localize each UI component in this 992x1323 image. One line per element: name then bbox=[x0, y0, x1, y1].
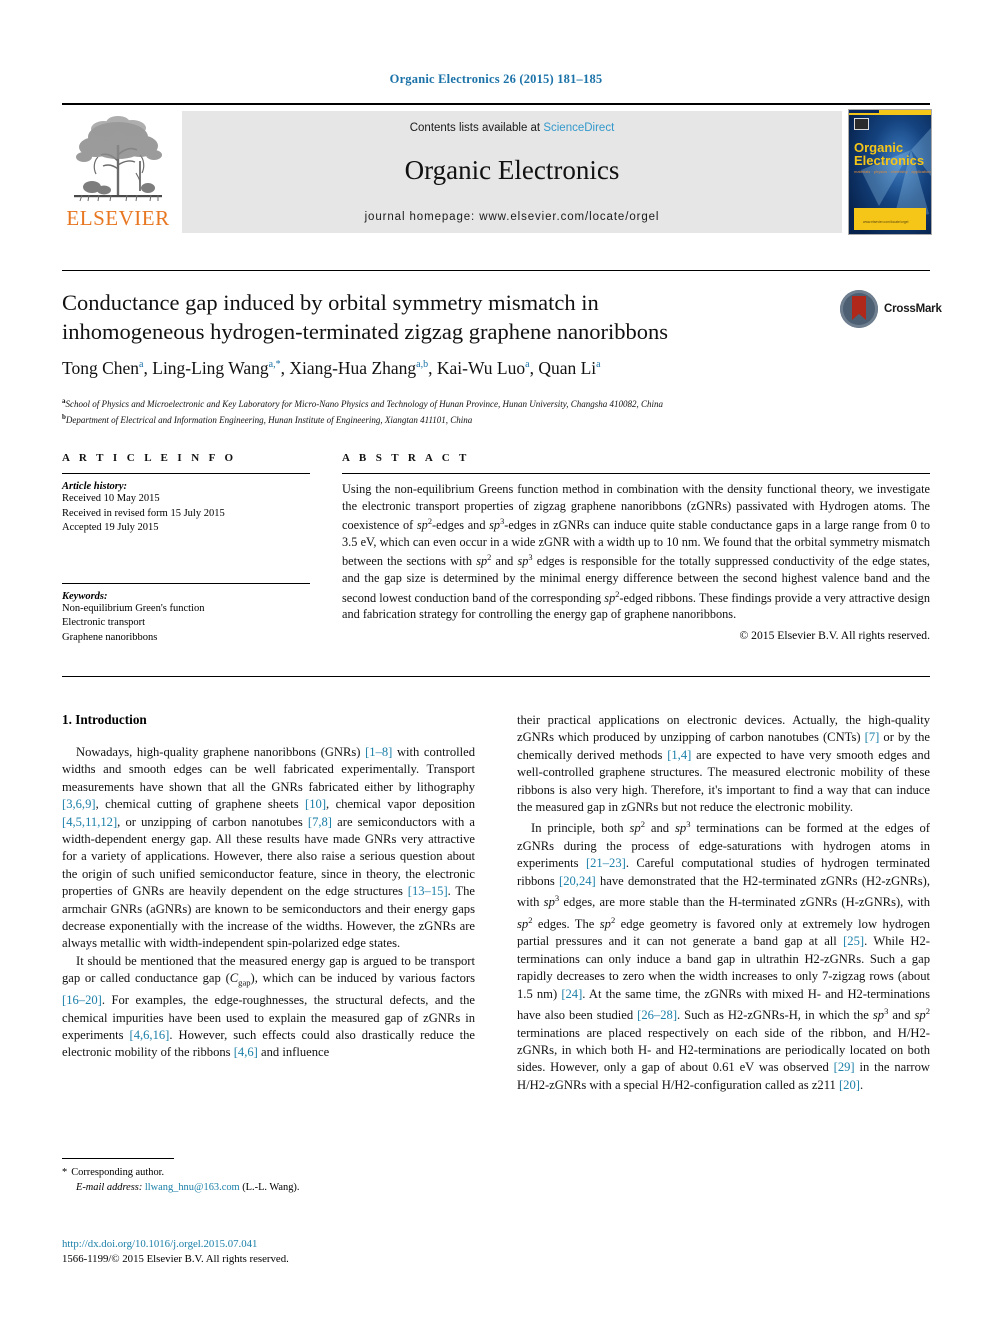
body-column-left: 1. Introduction Nowadays, high-quality g… bbox=[62, 712, 475, 1062]
citation-ref[interactable]: [10] bbox=[305, 797, 326, 811]
article-history-revised: Received in revised form 15 July 2015 bbox=[62, 507, 225, 519]
keyword-item: Electronic transport bbox=[62, 617, 146, 628]
affiliation-text: School of Physics and Microelectronic an… bbox=[65, 399, 664, 409]
author-name: Quan Li bbox=[538, 358, 597, 378]
svg-text:www.elsevier.com/locate/orgel: www.elsevier.com/locate/orgel bbox=[863, 220, 909, 224]
author-mark: a,* bbox=[268, 359, 281, 371]
affiliation-item: bDepartment of Electrical and Informatio… bbox=[62, 411, 930, 427]
email-link[interactable]: llwang_hnu@163.com bbox=[145, 1182, 240, 1193]
author-name: Xiang-Hua Zhang bbox=[289, 358, 417, 378]
citation-ref[interactable]: [24] bbox=[561, 987, 582, 1001]
abstract-heading: A B S T R A C T bbox=[342, 452, 470, 464]
article-history-received: Received 10 May 2015 bbox=[62, 493, 160, 504]
journal-title: Organic Electronics bbox=[404, 155, 620, 185]
author-mark: a bbox=[596, 359, 601, 371]
elsevier-tree-icon bbox=[70, 111, 166, 203]
citation-ref[interactable]: [29] bbox=[834, 1060, 855, 1074]
article-history-accepted: Accepted 19 July 2015 bbox=[62, 522, 159, 533]
citation-ref[interactable]: [20] bbox=[839, 1078, 860, 1092]
affiliation-text: Department of Electrical and Information… bbox=[65, 415, 473, 425]
paragraph: their practical applications on electron… bbox=[517, 713, 930, 815]
crossmark-badge[interactable]: CrossMark bbox=[840, 290, 942, 332]
running-head: Organic Electronics 26 (2015) 181–185 bbox=[389, 72, 603, 86]
title-line-2: inhomogeneous hydrogen-terminated zigzag… bbox=[62, 319, 669, 344]
author-mark: a bbox=[139, 359, 144, 371]
contents-prefix: Contents lists available at bbox=[409, 122, 544, 134]
journal-masthead: ELSEVIER Contents lists available at Sci… bbox=[62, 103, 932, 235]
body-divider bbox=[62, 676, 930, 677]
crossmark-circle-icon bbox=[840, 290, 878, 328]
paragraph: In principle, both sp2 and sp3 terminati… bbox=[517, 819, 931, 1092]
abstract-text: Using the non-equilibrium Greens functio… bbox=[342, 482, 931, 622]
citation-ref[interactable]: [4,6,16] bbox=[130, 1028, 170, 1042]
contents-line: Contents lists available at ScienceDirec… bbox=[182, 122, 842, 134]
abstract-copyright: © 2015 Elsevier B.V. All rights reserved… bbox=[739, 629, 930, 643]
citation-ref[interactable]: [20,24] bbox=[559, 874, 596, 888]
keywords-label: Keywords: bbox=[62, 590, 108, 602]
email-label: E-mail address: bbox=[76, 1181, 143, 1193]
corresponding-author-line: * Corresponding author. bbox=[62, 1166, 475, 1181]
citation-ref[interactable]: [25] bbox=[843, 934, 864, 948]
citation-ref[interactable]: [4,6] bbox=[234, 1045, 258, 1059]
paragraph: It should be mentioned that the measured… bbox=[62, 953, 475, 1060]
keyword-item: Graphene nanoribbons bbox=[62, 631, 158, 643]
author-name: Ling-Ling Wang bbox=[152, 358, 269, 378]
email-owner: (L.-L. Wang). bbox=[242, 1181, 300, 1193]
citation-ref[interactable]: [16–20] bbox=[62, 993, 102, 1007]
citation-ref[interactable]: [4,5,11,12] bbox=[62, 815, 117, 829]
article-history-label: Article history: bbox=[62, 481, 128, 492]
keywords-rule bbox=[62, 582, 310, 584]
citation-ref[interactable]: [26–28] bbox=[637, 1008, 677, 1022]
citation-ref[interactable]: [1,4] bbox=[667, 748, 691, 762]
abstract-column: A B S T R A C T Using the non-equilibriu… bbox=[342, 452, 930, 642]
author-list: Tong Chena, Ling-Ling Wanga,*, Xiang-Hua… bbox=[62, 358, 601, 378]
corresponding-author-text: Corresponding author. bbox=[71, 1167, 165, 1178]
citation-ref[interactable]: [21–23] bbox=[586, 856, 626, 870]
section-heading-introduction: 1. Introduction bbox=[62, 712, 147, 727]
affiliation-list: aSchool of Physics and Microelectronic a… bbox=[62, 395, 930, 427]
author-mark: a,b bbox=[416, 359, 429, 371]
email-line: E-mail address: llwang_hnu@163.com (L.-L… bbox=[62, 1181, 475, 1196]
svg-text:materials · physics · chemistr: materials · physics · chemistry · applic… bbox=[854, 169, 931, 174]
keywords-block: Keywords: Non-equilibrium Green's functi… bbox=[62, 582, 310, 646]
info-rule-top bbox=[62, 473, 310, 474]
sciencedirect-link[interactable]: ScienceDirect bbox=[543, 122, 614, 134]
svg-text:Electronics: Electronics bbox=[854, 153, 924, 168]
citation-ref[interactable]: [7] bbox=[865, 730, 880, 744]
citation-ref[interactable]: [1–8] bbox=[365, 745, 392, 759]
title-divider bbox=[62, 270, 930, 271]
footnote-rule bbox=[62, 1158, 174, 1159]
keyword-item: Non-equilibrium Green's function bbox=[62, 602, 205, 614]
elsevier-wordmark: ELSEVIER bbox=[66, 206, 170, 230]
citation-ref[interactable]: [7,8] bbox=[308, 815, 332, 829]
journal-homepage[interactable]: journal homepage: www.elsevier.com/locat… bbox=[182, 211, 842, 223]
author-mark: a bbox=[525, 359, 530, 371]
title-line-1: Conductance gap induced by orbital symme… bbox=[62, 290, 599, 315]
crossmark-label: CrossMark bbox=[884, 303, 942, 315]
citation-ref[interactable]: [13–15] bbox=[408, 884, 448, 898]
body-column-right: their practical applications on electron… bbox=[517, 712, 930, 1094]
article-info-heading: A R T I C L E I N F O bbox=[62, 452, 237, 464]
doi-block: http://dx.doi.org/10.1016/j.orgel.2015.0… bbox=[62, 1237, 475, 1267]
elsevier-logo: ELSEVIER bbox=[62, 111, 174, 233]
author-name: Kai-Wu Luo bbox=[436, 358, 526, 378]
citation-ref[interactable]: [3,6,9] bbox=[62, 797, 96, 811]
abstract-rule bbox=[342, 473, 930, 474]
crossmark-ribbon-icon bbox=[852, 296, 866, 320]
issn-copyright: 1566-1199/© 2015 Elsevier B.V. All right… bbox=[62, 1253, 289, 1265]
paragraph: Nowadays, high-quality graphene nanoribb… bbox=[62, 745, 475, 951]
corresponding-author-marker: * bbox=[62, 1167, 68, 1178]
footnote-block: * Corresponding author. E-mail address: l… bbox=[62, 1158, 475, 1195]
author-name: Tong Chen bbox=[62, 358, 140, 378]
journal-title-band: Contents lists available at ScienceDirec… bbox=[182, 111, 842, 233]
article-first-page: Organic Electronics 26 (2015) 181–185 EL… bbox=[0, 0, 992, 1323]
doi-link[interactable]: http://dx.doi.org/10.1016/j.orgel.2015.0… bbox=[62, 1237, 475, 1252]
article-info-column: A R T I C L E I N F O Article history: R… bbox=[62, 452, 310, 645]
page-title: Conductance gap induced by orbital symme… bbox=[62, 288, 762, 346]
journal-cover-thumbnail: Organic Electronics materials · physics … bbox=[848, 109, 932, 235]
affiliation-item: aSchool of Physics and Microelectronic a… bbox=[62, 395, 930, 411]
